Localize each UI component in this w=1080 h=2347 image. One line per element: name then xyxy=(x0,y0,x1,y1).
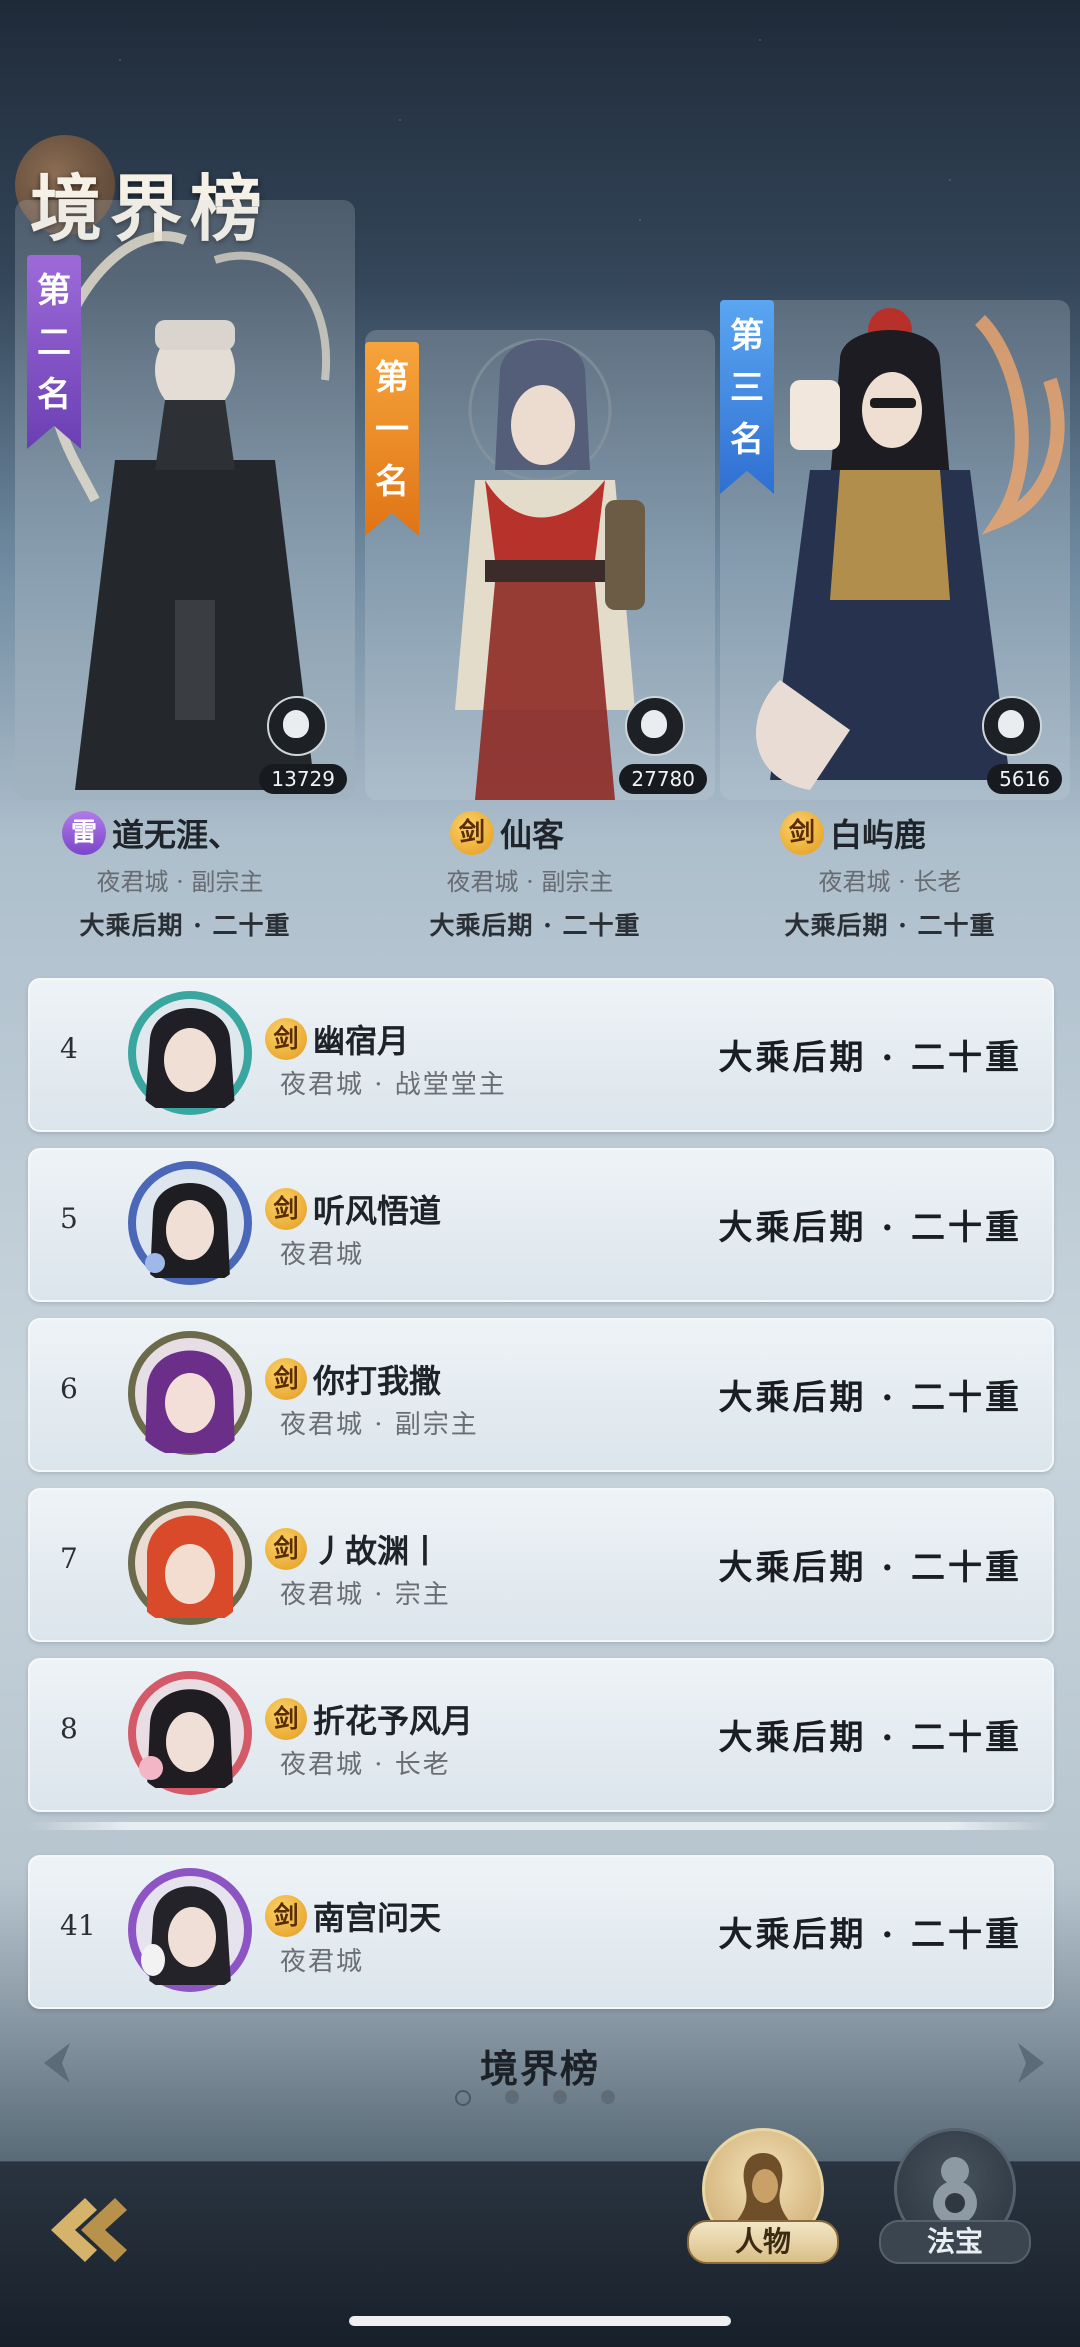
sword-sect-icon: 剑 xyxy=(265,1358,307,1400)
player-realm: 大乘后期 · 二十重 xyxy=(718,1208,1022,1248)
podium-player-name[interactable]: 雷 道无涯、 xyxy=(62,810,240,856)
power-value: 5616 xyxy=(987,764,1062,794)
podium-second[interactable]: 第二名 13729 xyxy=(15,200,355,800)
player-realm: 大乘后期 · 二十重 xyxy=(718,1548,1022,1588)
player-sect-role: 夜君城 · 长老 xyxy=(280,1750,451,1780)
player-sect-role: 夜君城 xyxy=(280,1240,365,1270)
player-name: 剑南宫问天 xyxy=(265,1893,441,1939)
avatar xyxy=(125,1865,255,1995)
page-dot[interactable] xyxy=(553,2090,567,2104)
power-value: 27780 xyxy=(619,764,707,794)
sword-sect-icon: 剑 xyxy=(265,1528,307,1570)
sword-sect-icon: 剑 xyxy=(265,1018,307,1060)
page-title: 境界榜 xyxy=(479,2046,600,2091)
ranking-row[interactable]: 4 剑幽宿月 夜君城 · 战堂堂主 大乘后期 · 二十重 xyxy=(28,978,1054,1132)
player-name: 剑幽宿月 xyxy=(265,1016,409,1062)
page-dot[interactable] xyxy=(601,2090,615,2104)
player-sect-role: 夜君城 · 副宗主 xyxy=(280,1410,479,1440)
player-name: 剑你打我撒 xyxy=(265,1356,441,1402)
player-name: 白屿鹿 xyxy=(830,816,927,854)
ranking-row[interactable]: 6 剑你打我撒 夜君城 · 副宗主 大乘后期 · 二十重 xyxy=(28,1318,1054,1472)
ranking-row[interactable]: 5 剑听风悟道 夜君城 大乘后期 · 二十重 xyxy=(28,1148,1054,1302)
player-name: 道无涯、 xyxy=(112,816,241,854)
rank-ribbon: 第一名 xyxy=(365,342,419,536)
power-icon xyxy=(267,696,327,756)
player-realm: 大乘后期 · 二十重 xyxy=(718,1915,1022,1955)
list-divider xyxy=(28,1822,1050,1830)
tab-character[interactable]: 人物 xyxy=(687,2128,839,2268)
podium-player-name[interactable]: 剑 仙客 xyxy=(450,810,564,856)
player-realm: 大乘后期 · 二十重 xyxy=(718,1718,1022,1758)
avatar xyxy=(125,1498,255,1628)
sword-sect-icon: 剑 xyxy=(265,1698,307,1740)
player-sect-role: 夜君城 · 宗主 xyxy=(280,1580,451,1610)
ranking-row[interactable]: 8 剑折花予风月 夜君城 · 长老 大乘后期 · 二十重 xyxy=(28,1658,1054,1812)
rank-ribbon: 第三名 xyxy=(720,300,774,494)
player-sect-role: 夜君城 xyxy=(280,1947,365,1977)
sword-sect-icon: 剑 xyxy=(450,811,494,855)
podium-player-realm: 大乘后期 · 二十重 xyxy=(79,911,291,940)
page-dot[interactable] xyxy=(505,2090,519,2104)
avatar xyxy=(125,988,255,1118)
tab-character-label: 人物 xyxy=(687,2220,839,2264)
rank-number: 8 xyxy=(60,1712,78,1745)
power-icon xyxy=(982,696,1042,756)
sword-sect-icon: 剑 xyxy=(265,1895,307,1937)
podium-player-sect: 夜君城 · 副宗主 xyxy=(96,868,264,896)
my-ranking-row[interactable]: 41 剑南宫问天 夜君城 大乘后期 · 二十重 xyxy=(28,1855,1054,2009)
tab-treasure-label: 法宝 xyxy=(879,2220,1031,2264)
podium-first[interactable]: 第一名 27780 xyxy=(365,330,715,800)
rank-ribbon: 第二名 xyxy=(27,255,81,449)
rank-number: 41 xyxy=(60,1909,96,1942)
avatar xyxy=(125,1328,255,1458)
player-name: 仙客 xyxy=(500,816,565,854)
avatar xyxy=(125,1668,255,1798)
podium-player-name[interactable]: 剑 白屿鹿 xyxy=(780,810,926,856)
page-indicator xyxy=(455,2090,615,2106)
next-page-arrow-icon[interactable] xyxy=(1002,2035,1058,2091)
player-realm: 大乘后期 · 二十重 xyxy=(718,1378,1022,1418)
page-dot[interactable] xyxy=(455,2090,471,2106)
podium-player-sect: 夜君城 · 长老 xyxy=(818,868,962,896)
player-name: 剑丿故渊丨 xyxy=(265,1526,441,1572)
home-indicator[interactable] xyxy=(349,2316,731,2326)
avatar xyxy=(125,1158,255,1288)
tab-treasure[interactable]: 法宝 xyxy=(879,2128,1031,2268)
power-icon xyxy=(625,696,685,756)
podium-third[interactable]: 第三名 5616 xyxy=(720,300,1070,800)
rank-number: 6 xyxy=(60,1372,78,1405)
player-name: 剑折花予风月 xyxy=(265,1696,473,1742)
rank-number: 5 xyxy=(60,1202,78,1235)
ranking-row[interactable]: 7 剑丿故渊丨 夜君城 · 宗主 大乘后期 · 二十重 xyxy=(28,1488,1054,1642)
rank-number: 4 xyxy=(60,1032,78,1065)
podium-player-sect: 夜君城 · 副宗主 xyxy=(446,868,614,896)
player-name: 剑听风悟道 xyxy=(265,1186,441,1232)
sword-sect-icon: 剑 xyxy=(265,1188,307,1230)
back-arrow-icon[interactable] xyxy=(45,2190,145,2270)
player-realm: 大乘后期 · 二十重 xyxy=(718,1038,1022,1078)
thunder-sect-icon: 雷 xyxy=(62,811,106,855)
podium-player-realm: 大乘后期 · 二十重 xyxy=(429,911,641,940)
rank-number: 7 xyxy=(60,1542,78,1575)
sword-sect-icon: 剑 xyxy=(780,811,824,855)
podium-player-realm: 大乘后期 · 二十重 xyxy=(784,911,996,940)
player-sect-role: 夜君城 · 战堂堂主 xyxy=(280,1070,507,1100)
power-value: 13729 xyxy=(259,764,347,794)
